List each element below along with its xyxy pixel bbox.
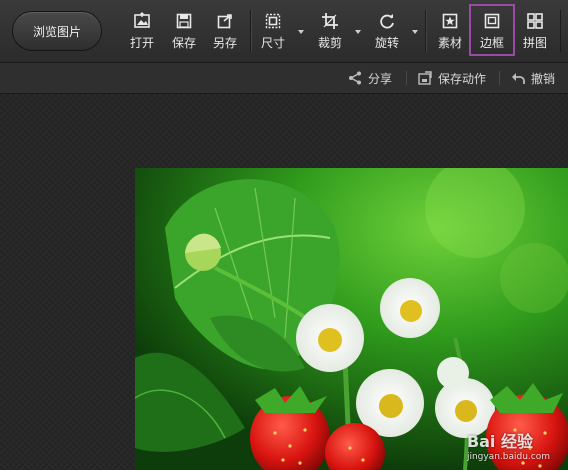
action-divider xyxy=(499,71,500,85)
resize-dropdown-caret[interactable] xyxy=(298,30,304,34)
save-button[interactable]: 保存 xyxy=(170,8,198,54)
sticker-button[interactable]: 素材 xyxy=(436,8,464,54)
resize-label: 尺寸 xyxy=(260,36,285,50)
resize-icon xyxy=(264,12,282,30)
baidu-jingyan-watermark: Bai 经验 jingyan.baidu.com xyxy=(467,428,550,462)
resize-button[interactable]: 尺寸 xyxy=(259,8,287,54)
open-button[interactable]: 打开 xyxy=(128,8,156,54)
frame-button-highlight xyxy=(469,4,515,56)
action-bar: 分享 保存动作 撤销 xyxy=(0,63,568,94)
rotate-label: 旋转 xyxy=(374,36,399,50)
toolbar-overflow-edge xyxy=(560,10,568,52)
undo-label: 撤销 xyxy=(531,71,556,86)
rotate-icon xyxy=(378,12,396,30)
strawberry-photo[interactable]: Bai 经验 jingyan.baidu.com xyxy=(135,168,568,470)
undo-icon xyxy=(510,70,526,86)
save-icon xyxy=(175,12,193,30)
strawberry-photo-drawing xyxy=(135,168,568,470)
collage-button[interactable]: 拼图 xyxy=(521,8,549,54)
save-action-button[interactable]: 保存动作 xyxy=(417,69,486,87)
watermark-url: jingyan.baidu.com xyxy=(466,452,550,462)
crop-label: 裁剪 xyxy=(317,36,342,50)
watermark-text: Bai 经验 xyxy=(466,432,533,451)
save-as-button[interactable]: 另存 xyxy=(211,8,239,54)
open-label: 打开 xyxy=(129,36,154,50)
share-label: 分享 xyxy=(368,71,393,86)
crop-icon xyxy=(321,12,339,30)
sticker-label: 素材 xyxy=(437,36,462,50)
collage-icon xyxy=(526,12,544,30)
save-label: 保存 xyxy=(171,36,196,50)
toolbar-divider xyxy=(425,10,426,52)
action-divider xyxy=(406,71,407,85)
toolbar-divider xyxy=(250,10,251,52)
rotate-button[interactable]: 旋转 xyxy=(373,8,401,54)
undo-button[interactable]: 撤销 xyxy=(510,69,555,87)
open-image-icon xyxy=(133,12,151,30)
share-icon xyxy=(347,70,363,86)
collage-label: 拼图 xyxy=(522,36,547,50)
browse-images-button[interactable]: 浏览图片 xyxy=(12,11,102,51)
main-toolbar: 浏览图片 打开 保存 另存 尺寸 裁剪 旋转 素材 边框 拼图 xyxy=(0,0,568,63)
sticker-icon xyxy=(441,12,459,30)
save-action-label: 保存动作 xyxy=(438,71,487,86)
save-action-icon xyxy=(417,70,433,86)
rotate-dropdown-caret[interactable] xyxy=(412,30,418,34)
save-as-label: 另存 xyxy=(212,36,237,50)
crop-dropdown-caret[interactable] xyxy=(355,30,361,34)
share-button[interactable]: 分享 xyxy=(347,69,392,87)
save-as-icon xyxy=(216,12,234,30)
crop-button[interactable]: 裁剪 xyxy=(316,8,344,54)
